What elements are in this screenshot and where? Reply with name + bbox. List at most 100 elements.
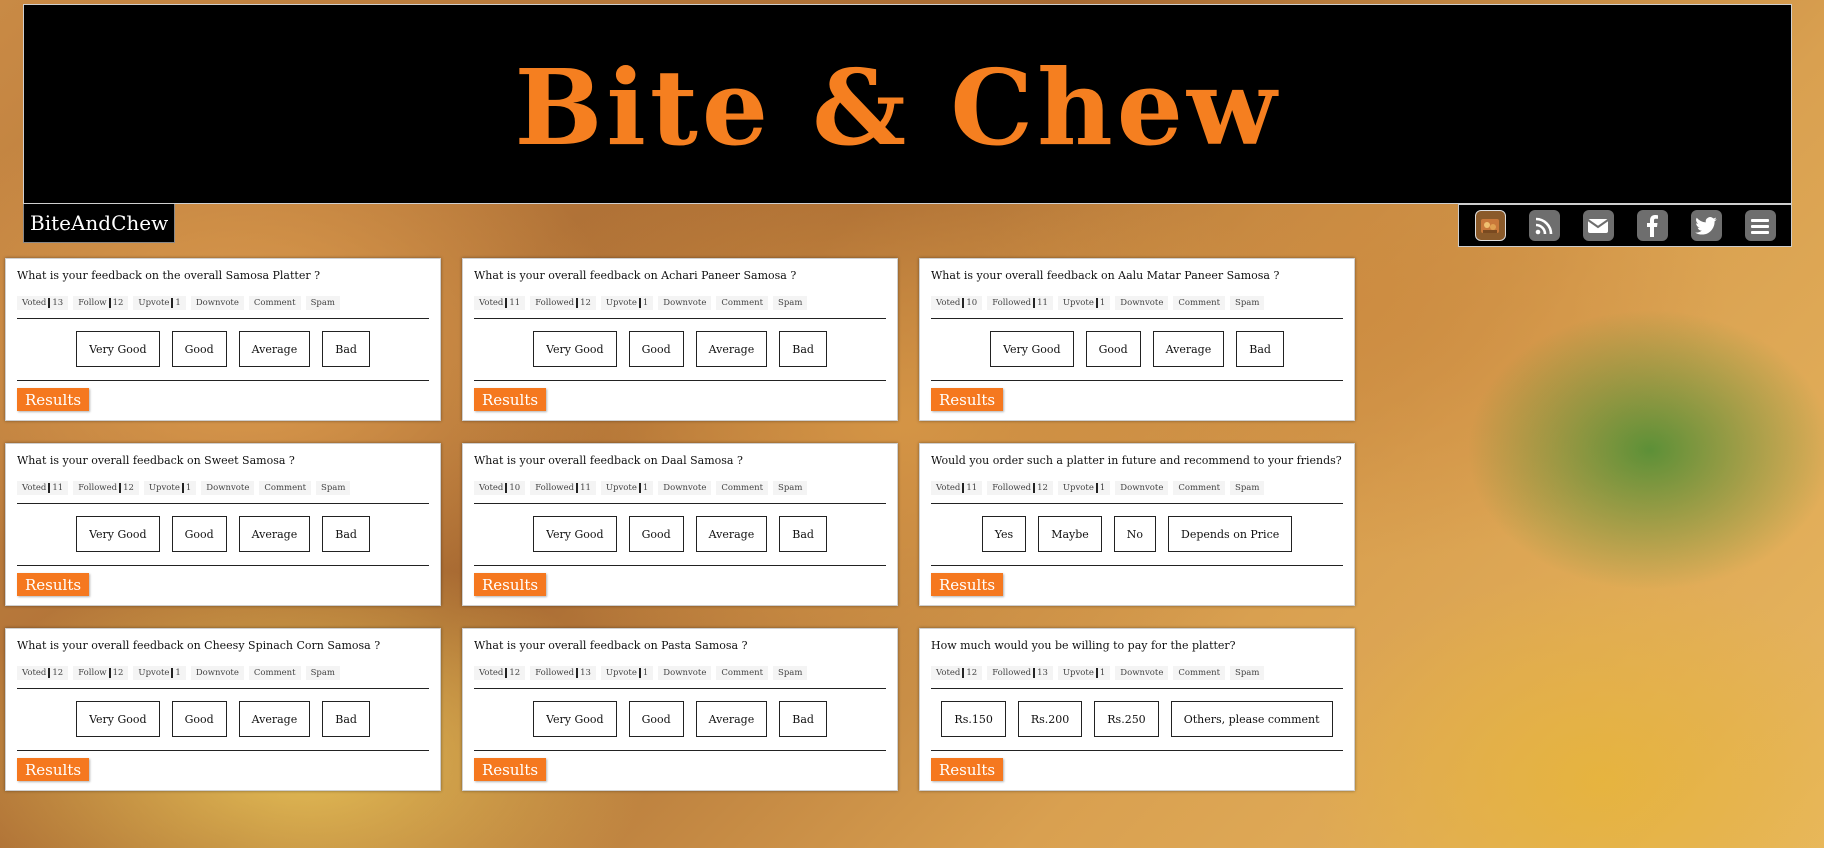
downvote-button[interactable]: Downvote [658,666,712,680]
results-button[interactable]: Results [474,573,547,596]
poll-option-button[interactable]: Very Good [533,701,617,737]
comment-button[interactable]: Comment [716,296,769,310]
upvote-button[interactable]: Upvote 1 [133,666,186,680]
poll-question: What is your overall feedback on Aalu Ma… [931,269,1280,282]
comment-button[interactable]: Comment [248,296,301,310]
poll-option-button[interactable]: Average [695,516,768,552]
poll-option-button[interactable]: Rs.250 [1094,701,1159,737]
email-icon[interactable] [1582,210,1614,241]
poll-option-button[interactable]: Very Good [76,701,160,737]
poll-option-button[interactable]: Rs.150 [941,701,1006,737]
poll-option-button[interactable]: Average [238,516,311,552]
poll-option-button[interactable]: Bad [322,331,370,367]
divider [931,688,1343,689]
poll-option-button[interactable]: Good [171,516,227,552]
upvote-button[interactable]: Upvote 1 [1057,481,1111,495]
follow-button[interactable]: Followed 12 [73,481,139,495]
spam-button[interactable]: Spam [305,296,340,310]
poll-card: What is your feedback on the overall Sam… [5,258,441,421]
spam-button[interactable]: Spam [305,666,340,680]
poll-option-button[interactable]: Very Good [533,331,617,367]
comment-button[interactable]: Comment [1173,666,1226,680]
results-button[interactable]: Results [931,388,1004,411]
results-button[interactable]: Results [474,758,547,781]
poll-option-button[interactable]: No [1113,516,1157,552]
upvote-button[interactable]: Upvote 1 [600,296,654,310]
spam-button[interactable]: Spam [1230,481,1265,495]
downvote-button[interactable]: Downvote [201,481,255,495]
follow-button[interactable]: Followed 13 [987,666,1053,680]
upvote-button[interactable]: Upvote 1 [600,666,654,680]
spam-button[interactable]: Spam [773,666,808,680]
follow-button[interactable]: Followed 12 [987,481,1053,495]
poll-option-button[interactable]: Bad [322,701,370,737]
results-button[interactable]: Results [931,573,1004,596]
downvote-button[interactable]: Downvote [1115,296,1169,310]
poll-option-button[interactable]: Very Good [76,331,160,367]
poll-option-button[interactable]: Rs.200 [1017,701,1083,737]
poll-option-button[interactable]: Average [1152,331,1225,367]
spam-button[interactable]: Spam [773,296,808,310]
follow-button[interactable]: Followed 11 [987,296,1053,310]
poll-option-button[interactable]: Good [628,516,684,552]
follow-button[interactable]: Followed 12 [530,296,596,310]
upvote-button[interactable]: Upvote 1 [1057,296,1111,310]
poll-option-button[interactable]: Average [695,331,768,367]
comment-button[interactable]: Comment [1173,296,1226,310]
results-button[interactable]: Results [931,758,1004,781]
results-button[interactable]: Results [17,573,90,596]
downvote-button[interactable]: Downvote [1115,481,1169,495]
poll-option-button[interactable]: Good [1085,331,1141,367]
facebook-icon[interactable] [1636,210,1668,241]
twitter-icon[interactable] [1690,210,1722,241]
poll-option-button[interactable]: Very Good [76,516,160,552]
results-button[interactable]: Results [17,758,90,781]
spam-button[interactable]: Spam [316,481,351,495]
follow-button[interactable]: Followed 13 [530,666,596,680]
downvote-button[interactable]: Downvote [658,296,712,310]
poll-option-button[interactable]: Bad [779,701,827,737]
comment-button[interactable]: Comment [259,481,312,495]
upvote-button[interactable]: Upvote 1 [133,296,186,310]
poll-option-button[interactable]: Average [238,331,311,367]
follow-button[interactable]: Follow 12 [73,296,129,310]
poll-option-button[interactable]: Bad [1236,331,1284,367]
poll-option-button[interactable]: Good [628,701,684,737]
spam-button[interactable]: Spam [773,481,808,495]
poll-option-button[interactable]: Good [171,701,227,737]
poll-option-button[interactable]: Depends on Price [1168,516,1293,552]
follow-button[interactable]: Follow 12 [73,666,129,680]
upvote-button[interactable]: Upvote 1 [143,481,197,495]
brand-link[interactable]: BiteAndChew [23,204,176,243]
downvote-button[interactable]: Downvote [658,481,712,495]
poll-option-button[interactable]: Very Good [533,516,617,552]
poll-option-button[interactable]: Average [695,701,768,737]
profile-avatar-icon[interactable] [1474,210,1506,241]
downvote-button[interactable]: Downvote [190,296,244,310]
downvote-button[interactable]: Downvote [1115,666,1169,680]
comment-button[interactable]: Comment [716,666,769,680]
spam-button[interactable]: Spam [1230,666,1265,680]
comment-button[interactable]: Comment [1173,481,1226,495]
poll-option-button[interactable]: Good [628,331,684,367]
downvote-button[interactable]: Downvote [190,666,244,680]
poll-option-button[interactable]: Bad [779,516,827,552]
comment-button[interactable]: Comment [248,666,301,680]
poll-option-button[interactable]: Bad [322,516,370,552]
poll-option-button[interactable]: Average [238,701,311,737]
poll-option-button[interactable]: Yes [981,516,1027,552]
upvote-button[interactable]: Upvote 1 [1057,666,1111,680]
spam-button[interactable]: Spam [1230,296,1265,310]
poll-option-button[interactable]: Very Good [990,331,1074,367]
poll-option-button[interactable]: Maybe [1038,516,1102,552]
results-button[interactable]: Results [17,388,90,411]
results-button[interactable]: Results [474,388,547,411]
poll-option-button[interactable]: Bad [779,331,827,367]
poll-option-button[interactable]: Good [171,331,227,367]
comment-button[interactable]: Comment [716,481,769,495]
upvote-button[interactable]: Upvote 1 [600,481,654,495]
menu-icon[interactable] [1744,210,1776,241]
follow-button[interactable]: Followed 11 [530,481,596,495]
poll-option-button[interactable]: Others, please comment [1170,701,1333,737]
rss-icon[interactable] [1528,210,1560,241]
